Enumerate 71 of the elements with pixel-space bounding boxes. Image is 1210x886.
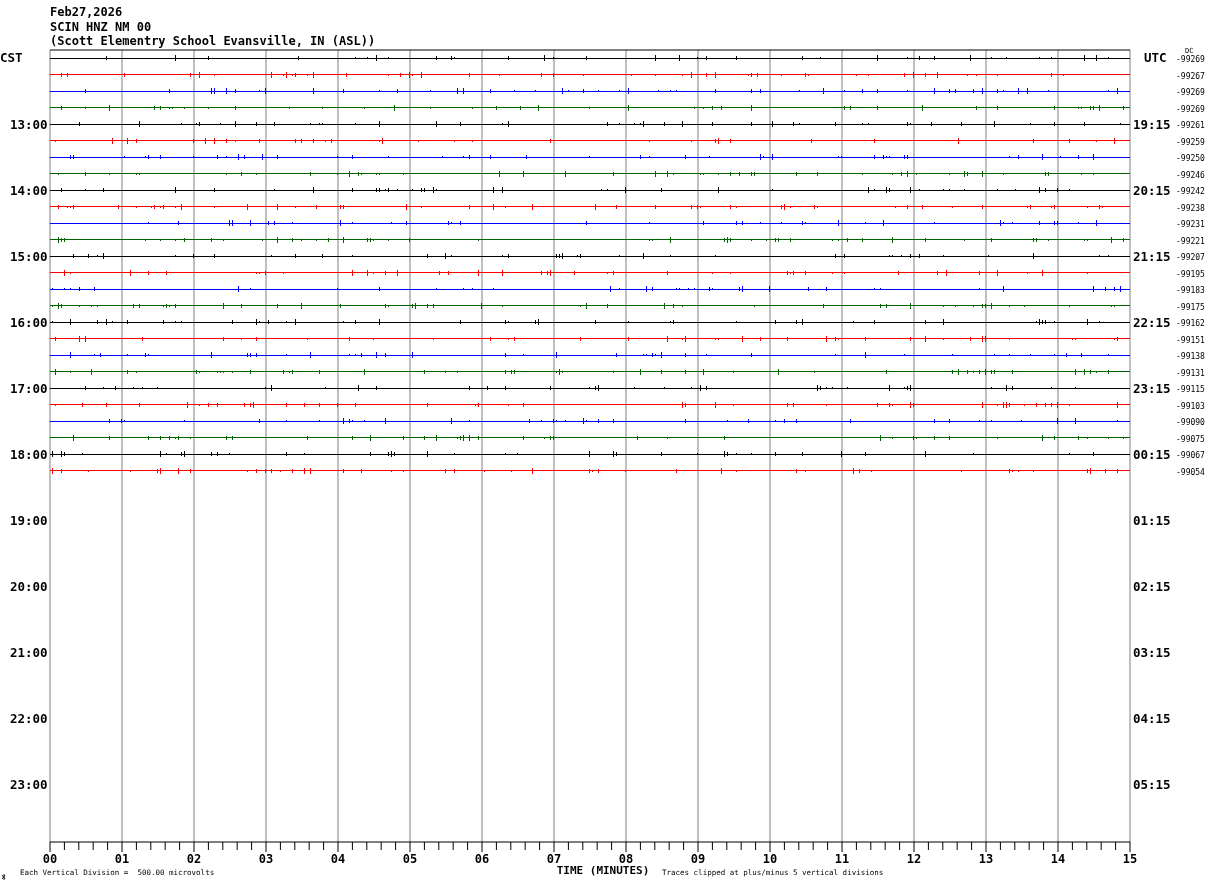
utc-time-label: 23:15 bbox=[1133, 381, 1171, 396]
dc-offset-label: -99221 bbox=[1176, 236, 1205, 246]
minute-tick-label: 02 bbox=[186, 852, 202, 866]
dc-offset-label: -99269 bbox=[1176, 55, 1205, 64]
local-time-label: 20:00 bbox=[10, 579, 48, 594]
minute-tick-label: 09 bbox=[690, 852, 706, 866]
utc-time-label: 19:15 bbox=[1133, 117, 1171, 132]
utc-time-label: 22:15 bbox=[1133, 315, 1171, 330]
utc-time-label: 01:15 bbox=[1133, 513, 1171, 528]
local-time-label: 14:00 bbox=[10, 183, 48, 198]
local-time-label: 18:00 bbox=[10, 447, 48, 462]
utc-time-label: 05:15 bbox=[1133, 777, 1171, 792]
local-time-label: 23:00 bbox=[10, 777, 48, 792]
minute-tick-label: 08 bbox=[618, 852, 634, 866]
minute-tick-label: 15 bbox=[1122, 852, 1138, 866]
dc-offset-label: -99138 bbox=[1176, 352, 1205, 361]
dc-offset-label: -99259 bbox=[1176, 137, 1205, 147]
utc-time-label: 20:15 bbox=[1133, 183, 1171, 198]
dc-offset-label: -99195 bbox=[1176, 269, 1205, 279]
dc-offset-label: -99231 bbox=[1176, 220, 1205, 229]
dc-offset-label: -99238 bbox=[1176, 203, 1205, 213]
dc-offset-label: -99075 bbox=[1176, 434, 1205, 444]
scale-icon bbox=[1, 873, 6, 881]
minute-tick-label: 12 bbox=[906, 852, 922, 866]
dc-offset-label: -99261 bbox=[1176, 121, 1205, 130]
minute-tick-label: 14 bbox=[1050, 852, 1066, 866]
local-time-label: 13:00 bbox=[10, 117, 48, 132]
utc-time-label: 04:15 bbox=[1133, 711, 1171, 726]
utc-time-label: 00:15 bbox=[1133, 447, 1171, 462]
cst-axis-title: CST bbox=[0, 50, 23, 65]
minute-tick-label: 05 bbox=[402, 852, 418, 866]
dc-offset-label: -99246 bbox=[1176, 170, 1205, 180]
dc-offset-label: -99250 bbox=[1176, 154, 1205, 163]
local-time-label: 17:00 bbox=[10, 381, 48, 396]
utc-time-label: 03:15 bbox=[1133, 645, 1171, 660]
dc-offset-label: -99162 bbox=[1176, 319, 1205, 328]
minute-tick-label: 00 bbox=[42, 852, 58, 866]
dc-offset-label: -99183 bbox=[1176, 286, 1205, 295]
dc-offset-label: -99151 bbox=[1176, 335, 1205, 345]
local-time-label: 19:00 bbox=[10, 513, 48, 528]
dc-offset-label: -99090 bbox=[1176, 418, 1205, 427]
utc-time-label: 02:15 bbox=[1133, 579, 1171, 594]
dc-offset-label: -99269 bbox=[1176, 88, 1205, 97]
minute-tick-label: 11 bbox=[834, 852, 850, 866]
minute-tick-label: 10 bbox=[762, 852, 778, 866]
dc-offset-label: -99242 bbox=[1176, 187, 1205, 196]
minute-tick-label: 03 bbox=[258, 852, 274, 866]
local-time-label: 15:00 bbox=[10, 249, 48, 264]
dc-offset-label: -99103 bbox=[1176, 401, 1205, 411]
dc-offset-label: -99269 bbox=[1176, 104, 1205, 114]
time-axis-title: TIME (MINUTES) bbox=[556, 864, 650, 877]
minute-tick-label: 04 bbox=[330, 852, 346, 866]
dc-offset-label: -99131 bbox=[1176, 368, 1205, 378]
utc-time-label: 21:15 bbox=[1133, 249, 1171, 264]
minute-tick-label: 06 bbox=[474, 852, 490, 866]
dc-offset-label: -99115 bbox=[1176, 385, 1205, 394]
minute-tick-label: 13 bbox=[978, 852, 994, 866]
dc-offset-label: -99054 bbox=[1176, 467, 1205, 477]
dc-offset-label: -99175 bbox=[1176, 302, 1205, 312]
local-time-label: 21:00 bbox=[10, 645, 48, 660]
dc-offset-label: -99067 bbox=[1176, 451, 1205, 460]
local-time-label: 22:00 bbox=[10, 711, 48, 726]
local-time-label: 16:00 bbox=[10, 315, 48, 330]
date-label: Feb27,2026 bbox=[50, 5, 123, 19]
utc-axis-title: UTC bbox=[1144, 50, 1167, 65]
dc-offset-label: -99207 bbox=[1176, 253, 1205, 262]
location-label: (Scott Elementry School Evansville, IN (ASL)) bbox=[50, 34, 376, 48]
minute-tick-label: 01 bbox=[114, 852, 130, 866]
dc-offset-label: -99267 bbox=[1176, 71, 1205, 81]
station-label: SCIN HNZ NM 00 bbox=[50, 20, 152, 34]
minute-tick-label: 07 bbox=[546, 852, 562, 866]
